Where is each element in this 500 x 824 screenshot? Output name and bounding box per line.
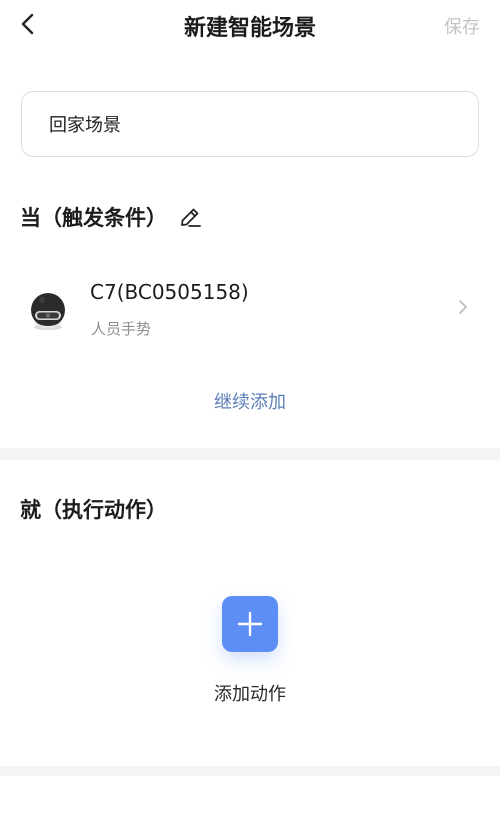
condition-section-title: 当（触发条件） [20,206,167,230]
edit-icon[interactable] [177,204,203,230]
scene-name-field[interactable] [21,91,479,157]
camera-icon [27,290,69,332]
condition-section-header: 当（触发条件） [20,200,203,234]
scene-name-input[interactable] [22,92,478,156]
continue-add-condition-link[interactable]: 继续添加 [0,388,500,414]
device-trigger-type: 人员手势 [91,320,152,338]
device-name: C7(BC0505158) [90,280,249,304]
action-section-title: 就（执行动作） [20,498,167,522]
section-divider [0,766,500,776]
top-bar: 新建智能场景 保存 [0,0,500,50]
section-divider [0,448,500,460]
add-action-label: 添加动作 [214,684,286,705]
smart-scene-page: 新建智能场景 保存 当（触发条件） C7(BC0 [0,0,500,824]
add-action-button[interactable] [222,596,278,652]
plus-icon [237,611,263,637]
page-title: 新建智能场景 [183,16,316,41]
chevron-right-icon [456,296,470,318]
condition-device-item[interactable]: C7(BC0505158) 人员手势 [0,268,500,352]
save-button[interactable]: 保存 [444,13,480,39]
